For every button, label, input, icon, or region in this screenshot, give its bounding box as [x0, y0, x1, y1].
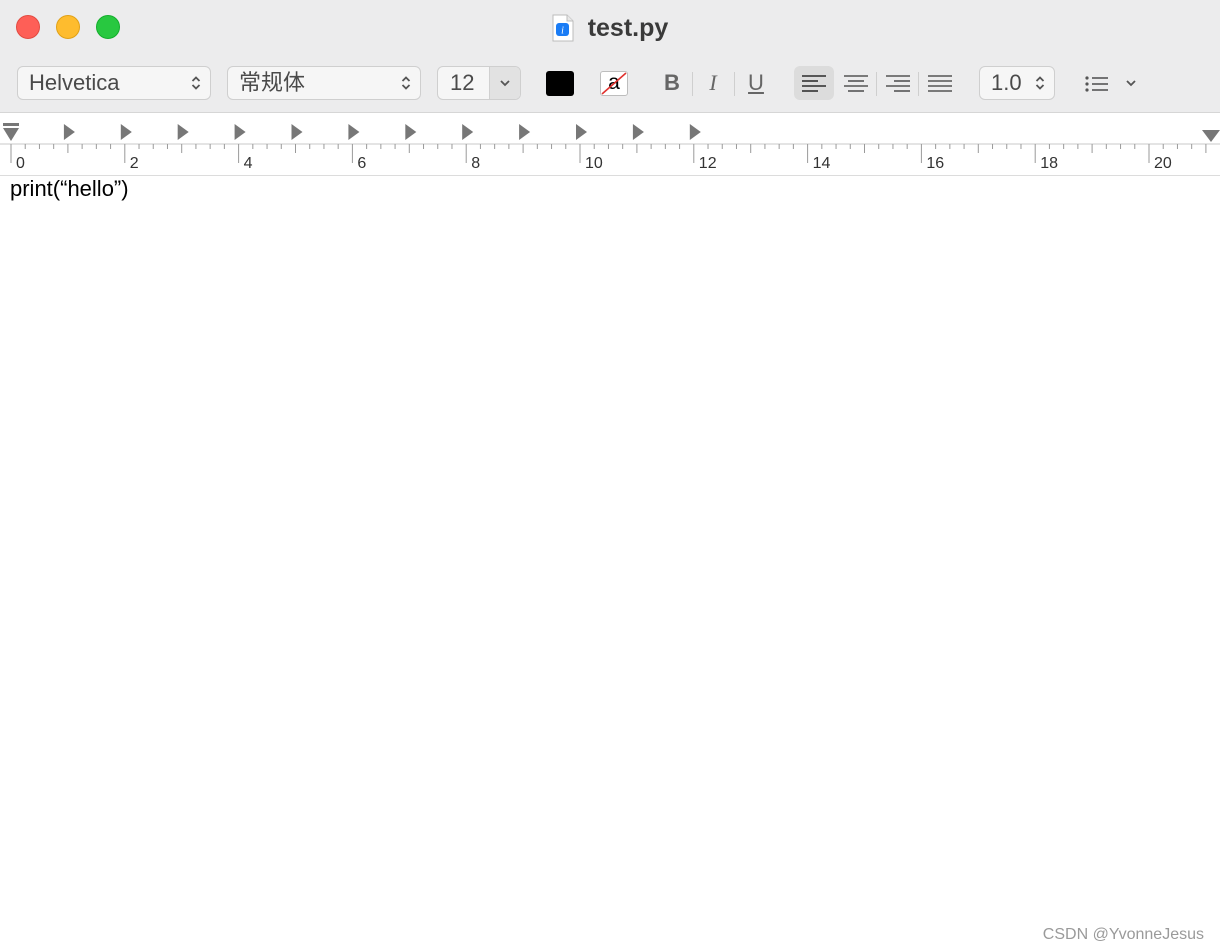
- align-center-button[interactable]: [836, 66, 876, 100]
- align-center-icon: [844, 75, 868, 92]
- ruler-label: 20: [1154, 155, 1172, 172]
- tab-stop-marker[interactable]: [405, 124, 417, 140]
- ruler-label: 8: [471, 155, 480, 172]
- font-family-popup[interactable]: Helvetica: [17, 66, 211, 100]
- textedit-window: i test.py Helvetica 常规体 12 a B I: [0, 0, 1220, 952]
- tab-stop-marker[interactable]: [689, 124, 701, 140]
- svg-text:i: i: [561, 26, 564, 37]
- tab-stop-marker[interactable]: [120, 124, 132, 140]
- chevron-down-icon: [500, 80, 510, 87]
- toolbar-separator: [918, 72, 919, 96]
- ruler-label: 4: [244, 155, 253, 172]
- tab-stop-marker[interactable]: [177, 124, 189, 140]
- toolbar-separator: [692, 72, 693, 96]
- tab-stop-marker[interactable]: [632, 124, 644, 140]
- updown-chevron-icon: [191, 76, 201, 90]
- font-family-value: Helvetica: [29, 70, 120, 95]
- ruler-label: 12: [699, 155, 717, 172]
- align-justify-icon: [928, 75, 952, 92]
- tab-stop-marker[interactable]: [462, 124, 474, 140]
- font-size-dropdown-button[interactable]: [489, 67, 520, 99]
- italic-button[interactable]: I: [698, 68, 728, 98]
- align-justify-button[interactable]: [920, 66, 960, 100]
- chevron-down-icon[interactable]: [1124, 76, 1138, 90]
- tab-stop-marker[interactable]: [576, 124, 587, 140]
- ruler-label: 10: [585, 155, 603, 172]
- toolbar-area: i test.py Helvetica 常规体 12 a B I: [0, 0, 1220, 113]
- document-body[interactable]: print(“hello”): [10, 176, 129, 202]
- font-size-value: 12: [450, 70, 475, 95]
- line-spacing-popup[interactable]: 1.0: [979, 66, 1055, 100]
- title-bar: i test.py: [0, 12, 1220, 44]
- tab-stop-marker[interactable]: [63, 124, 75, 140]
- text-background-color-well[interactable]: a: [600, 71, 628, 96]
- updown-chevron-icon: [401, 76, 411, 90]
- ruler-label: 14: [813, 155, 831, 172]
- first-line-indent-marker[interactable]: [3, 123, 19, 141]
- ruler-label: 2: [130, 155, 139, 172]
- tab-stop-marker[interactable]: [348, 124, 360, 140]
- document-icon[interactable]: i: [552, 14, 574, 42]
- line-spacing-value: 1.0: [991, 70, 1022, 95]
- ruler-label: 0: [16, 155, 25, 172]
- ruler-scale: 0 2 4 6 8 10 12 14 16 18 20: [0, 123, 1220, 172]
- text-color-well[interactable]: [546, 71, 574, 96]
- ruler-label: 6: [357, 155, 366, 172]
- underline-button[interactable]: U: [741, 68, 771, 98]
- window-title: test.py: [587, 13, 669, 42]
- ruler-label: 16: [926, 155, 944, 172]
- tab-stop-marker[interactable]: [234, 124, 246, 140]
- align-right-button[interactable]: [878, 66, 918, 100]
- no-color-slash-icon: [601, 72, 627, 95]
- align-left-icon: [802, 75, 826, 92]
- tab-stops[interactable]: [63, 124, 701, 140]
- font-style-popup[interactable]: 常规体: [227, 66, 421, 100]
- align-left-button[interactable]: [794, 66, 834, 100]
- tab-stop-marker[interactable]: [519, 124, 531, 140]
- font-style-value: 常规体: [239, 70, 306, 95]
- tab-stop-marker[interactable]: [291, 124, 303, 140]
- right-margin-marker[interactable]: [1202, 130, 1220, 142]
- toolbar-separator: [876, 72, 877, 96]
- align-right-icon: [886, 75, 910, 92]
- ruler-label: 18: [1040, 155, 1058, 172]
- ruler[interactable]: 0 2 4 6 8 10 12 14 16 18 20: [0, 113, 1220, 176]
- watermark: CSDN @YvonneJesus: [1042, 926, 1204, 943]
- list-bullets-button[interactable]: [1082, 70, 1112, 98]
- bulleted-list-icon: [1085, 76, 1108, 92]
- ruler-ticks: 0 2 4 6 8 10 12 14 16 18 20: [0, 143, 1220, 172]
- bold-button[interactable]: B: [657, 68, 687, 98]
- font-size-combo[interactable]: 12: [437, 66, 521, 100]
- toolbar-separator: [734, 72, 735, 96]
- updown-chevron-icon: [1035, 76, 1045, 90]
